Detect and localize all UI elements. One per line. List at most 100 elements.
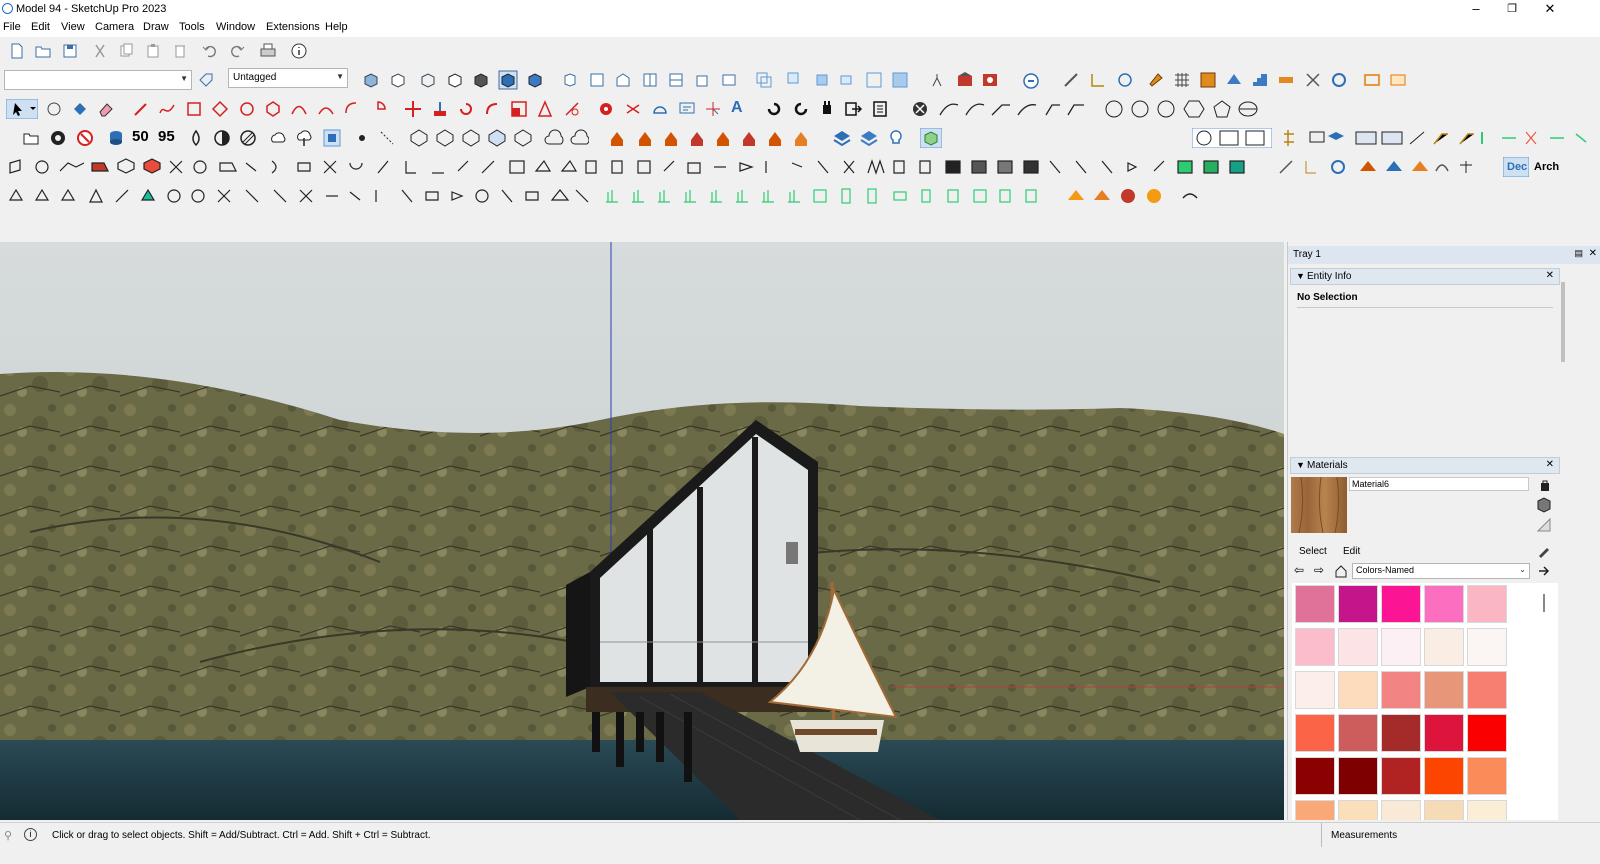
sample-paint-icon[interactable] (1536, 543, 1552, 559)
menu-camera[interactable]: Camera (95, 21, 134, 33)
front-view-icon[interactable] (613, 70, 633, 90)
right-view-icon[interactable] (640, 70, 660, 90)
refresh-tool-icon[interactable] (1329, 70, 1349, 90)
material-swatch[interactable] (1424, 585, 1464, 623)
material-swatch[interactable] (1338, 671, 1378, 709)
style-arch-label[interactable]: Arch (1534, 161, 1564, 181)
circle-tool-icon[interactable] (237, 99, 257, 119)
wireframe-icon[interactable] (418, 70, 438, 90)
freehand-tool-icon[interactable] (157, 99, 177, 119)
open-folder-icon[interactable] (33, 41, 53, 61)
scene-canvas[interactable] (0, 242, 1284, 820)
guide-line-icon[interactable] (377, 128, 397, 148)
3d-text-tool-icon[interactable]: A (731, 99, 751, 119)
hidden-line-icon[interactable] (445, 70, 465, 90)
materials-header[interactable]: ▼ Materials ✕ (1290, 457, 1560, 474)
section-cut-icon[interactable] (785, 70, 805, 90)
layer-combo[interactable]: ▼ (4, 70, 192, 90)
shaded-icon[interactable] (471, 70, 491, 90)
rotated-rectangle-icon[interactable] (210, 99, 230, 119)
material-swatch[interactable] (1424, 628, 1464, 666)
tag-select[interactable]: Untagged ▼ (228, 68, 348, 88)
menu-view[interactable]: View (61, 21, 85, 33)
drop-icon[interactable] (186, 128, 206, 148)
materials-close-icon[interactable]: ✕ (1546, 459, 1554, 470)
layers-stack-alt-icon[interactable] (859, 128, 879, 148)
dimension-tool-icon[interactable] (623, 99, 643, 119)
section-planes-icon[interactable] (864, 70, 884, 90)
print-icon[interactable] (258, 41, 278, 61)
intersect-icon[interactable] (764, 99, 784, 119)
menu-edit[interactable]: Edit (31, 21, 50, 33)
create-material-icon[interactable] (1536, 497, 1552, 513)
forward-arrow-icon[interactable]: ⇨ (1314, 563, 1324, 577)
three-point-arc-icon[interactable] (342, 99, 362, 119)
menu-draw[interactable]: Draw (143, 21, 169, 33)
material-swatch[interactable] (1467, 714, 1507, 752)
material-swatch[interactable] (1381, 800, 1421, 820)
shape-tool-icon[interactable] (1224, 70, 1244, 90)
shape-tools-icon[interactable] (1102, 99, 1270, 119)
maximize-button[interactable]: ❐ (1494, 0, 1530, 18)
material-swatch[interactable] (1295, 714, 1335, 752)
menu-extensions[interactable]: Extensions (266, 21, 320, 33)
menu-tools[interactable]: Tools (179, 21, 205, 33)
extension-tool-strip[interactable] (6, 157, 1260, 177)
polygon-tool-icon[interactable] (263, 99, 283, 119)
material-swatch[interactable] (1424, 800, 1464, 820)
section-fill-icon[interactable] (812, 70, 832, 90)
curve-tools-icon[interactable] (936, 99, 1096, 119)
back-arrow-icon[interactable]: ⇦ (1294, 563, 1304, 577)
rectangle-tool-icon[interactable] (184, 99, 204, 119)
cut-icon[interactable] (90, 41, 110, 61)
material-collection-select[interactable]: Colors-Named ⌄ (1352, 563, 1530, 579)
arc-tool-icon[interactable] (289, 99, 309, 119)
material-preview-swatch[interactable] (1291, 477, 1347, 533)
flip-tool-icon[interactable] (1388, 70, 1408, 90)
redo-icon[interactable] (227, 41, 247, 61)
export-icon[interactable] (843, 99, 863, 119)
material-swatch[interactable] (1467, 800, 1507, 820)
back-edges-icon[interactable] (388, 70, 408, 90)
plugin-icon[interactable] (817, 99, 837, 119)
material-swatch[interactable] (1381, 671, 1421, 709)
menu-help[interactable]: Help (325, 21, 348, 33)
tag-color-icon[interactable] (196, 70, 216, 90)
material-name-field[interactable]: Material6 (1349, 477, 1529, 491)
walk-icon[interactable] (927, 70, 947, 90)
material-swatch[interactable] (1338, 585, 1378, 623)
grid-tool-icon[interactable] (1172, 70, 1192, 90)
close-button[interactable]: ✕ (1532, 0, 1568, 18)
pie-tool-icon[interactable] (368, 99, 388, 119)
extension-warehouse-icon[interactable] (980, 70, 1000, 90)
tab-select[interactable]: Select (1299, 546, 1327, 557)
material-swatch[interactable] (1295, 585, 1335, 623)
material-swatch[interactable] (1381, 585, 1421, 623)
eraser-icon[interactable] (96, 99, 116, 119)
push-pull-icon[interactable] (430, 99, 450, 119)
axes-ruler-icon[interactable] (1088, 70, 1108, 90)
panel-tool-icon[interactable] (1198, 70, 1218, 90)
pencil-line-icon[interactable] (1061, 70, 1081, 90)
home-icon[interactable] (1334, 564, 1348, 578)
save-icon[interactable] (60, 41, 80, 61)
paint-bucket-icon[interactable] (70, 99, 90, 119)
point-icon[interactable] (352, 128, 372, 148)
dimension-50-icon[interactable]: 50 (132, 128, 152, 148)
move-tool-icon[interactable] (403, 99, 423, 119)
hatch-icon[interactable] (238, 128, 258, 148)
stair-tool-icon[interactable] (1250, 70, 1270, 90)
copy-icon[interactable] (116, 41, 136, 61)
minimize-button[interactable]: – (1458, 0, 1494, 18)
settings-icon[interactable] (910, 99, 930, 119)
paint-tool-icon[interactable] (1146, 70, 1166, 90)
gear-icon[interactable] (48, 128, 68, 148)
plugin-tool-strip[interactable] (1276, 157, 1486, 177)
style-preset-icons[interactable] (1192, 128, 1272, 148)
extension-manager-icon[interactable] (1021, 70, 1041, 90)
left-view-icon[interactable] (692, 70, 712, 90)
material-swatch[interactable] (1295, 800, 1335, 820)
open-folder-icon[interactable] (21, 128, 41, 148)
section-fill-toggle-icon[interactable] (890, 70, 910, 90)
display-secondary-icon[interactable] (1538, 478, 1552, 492)
